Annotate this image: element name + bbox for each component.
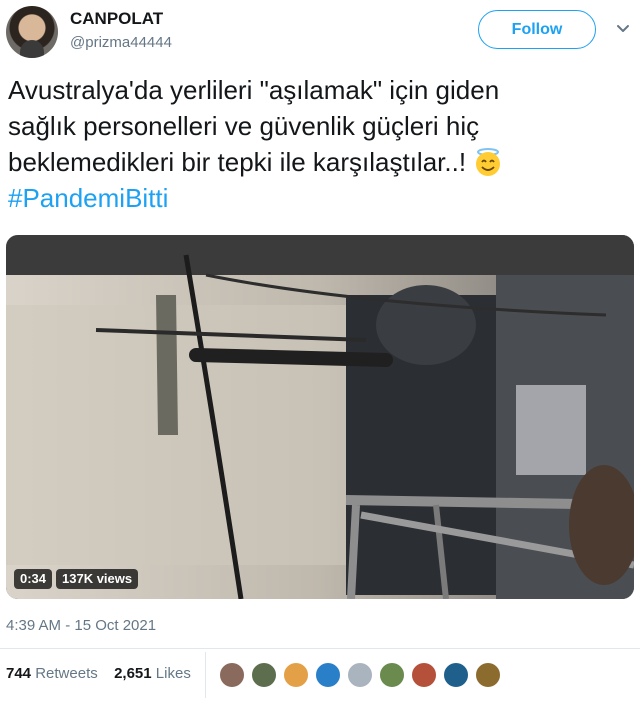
retweets-label[interactable]: Retweets bbox=[35, 665, 98, 682]
follow-button[interactable]: Follow bbox=[478, 10, 596, 49]
video-views-badge: 137K views bbox=[56, 569, 139, 589]
video-thumbnail bbox=[6, 235, 634, 599]
liker-avatar[interactable] bbox=[250, 661, 278, 689]
tweet-text-line: sağlık personelleri ve güvenlik güçleri … bbox=[8, 111, 480, 141]
tweet-stats: 744 Retweets 2,651 Likes bbox=[6, 665, 191, 682]
likes-label[interactable]: Likes bbox=[156, 665, 191, 682]
hashtag-link[interactable]: #PandemiBitti bbox=[8, 180, 630, 216]
user-avatar[interactable] bbox=[6, 6, 58, 58]
liker-avatar[interactable] bbox=[474, 661, 502, 689]
user-handle[interactable]: @prizma44444 bbox=[70, 34, 172, 51]
liker-avatar[interactable] bbox=[282, 661, 310, 689]
tweet-text: Avustralya'da yerlileri "aşılamak" için … bbox=[8, 72, 630, 216]
liker-avatar[interactable] bbox=[410, 661, 438, 689]
liker-avatar[interactable] bbox=[314, 661, 342, 689]
divider bbox=[205, 652, 206, 698]
tweet-timestamp[interactable]: 4:39 AM - 15 Oct 2021 bbox=[6, 617, 156, 634]
tweet-text-line: beklemedikleri bir tepki ile karşılaştıl… bbox=[8, 147, 467, 177]
liker-avatar[interactable] bbox=[378, 661, 406, 689]
likes-count[interactable]: 2,651 bbox=[114, 665, 152, 682]
tweet-text-line: Avustralya'da yerlileri "aşılamak" için … bbox=[8, 75, 500, 105]
liker-avatar[interactable] bbox=[218, 661, 246, 689]
chevron-down-icon[interactable] bbox=[616, 22, 630, 36]
retweets-count[interactable]: 744 bbox=[6, 665, 31, 682]
liker-avatar[interactable] bbox=[346, 661, 374, 689]
user-display-name[interactable]: CANPOLAT bbox=[70, 9, 163, 29]
tweet-header: CANPOLAT @prizma44444 Follow bbox=[0, 0, 640, 62]
divider bbox=[0, 648, 640, 649]
video-duration-badge: 0:34 bbox=[14, 569, 53, 589]
smiling-face-with-halo-icon bbox=[476, 148, 501, 176]
video-player[interactable] bbox=[6, 235, 634, 599]
liker-avatar[interactable] bbox=[442, 661, 470, 689]
